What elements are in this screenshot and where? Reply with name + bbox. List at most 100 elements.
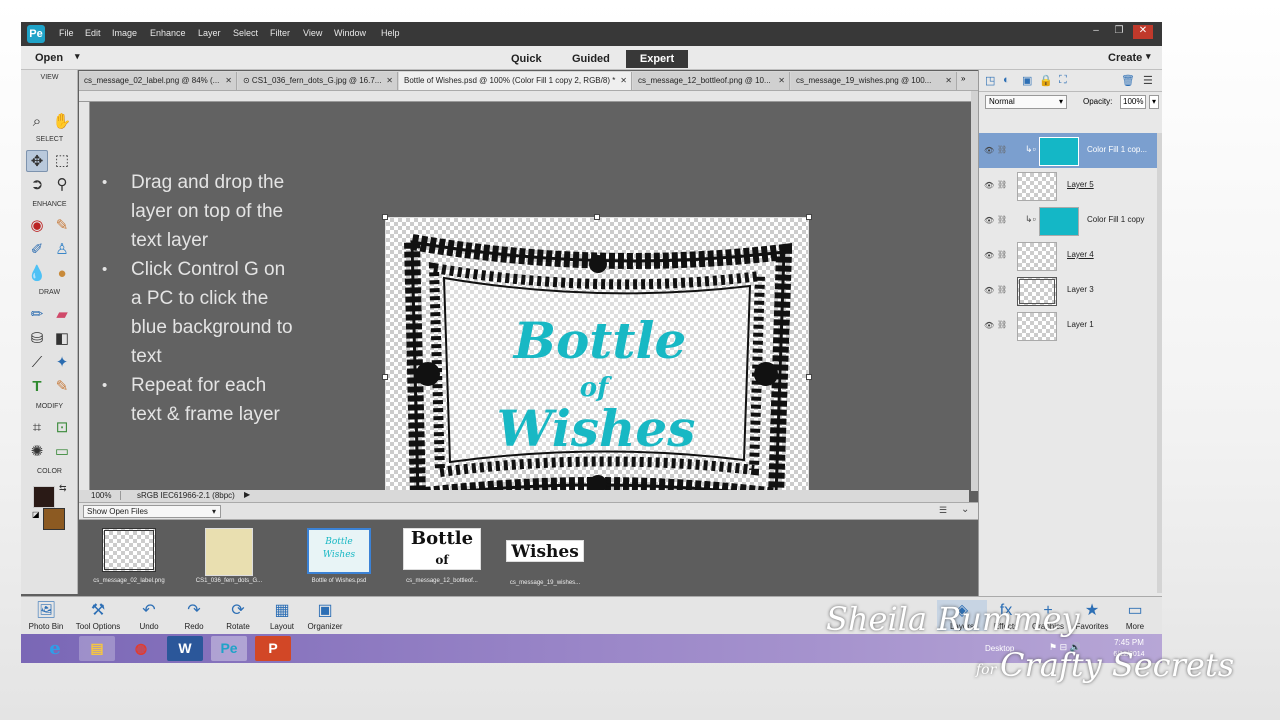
- recompose-tool-icon[interactable]: ⊡: [51, 417, 73, 439]
- menu-edit[interactable]: Edit: [85, 28, 101, 38]
- brush-tool-icon[interactable]: ✏: [26, 304, 48, 326]
- transform-handle[interactable]: [806, 374, 812, 380]
- link-icon[interactable]: ⛓: [997, 285, 1007, 294]
- rotate-button[interactable]: ⟳ Rotate: [213, 600, 263, 631]
- photo-bin-button[interactable]: 🖼 Photo Bin: [21, 600, 71, 631]
- undo-button[interactable]: ↶ Undo: [124, 600, 174, 631]
- layer-row[interactable]: 👁 ⛓ Layer 4: [979, 238, 1162, 273]
- menu-filter[interactable]: Filter: [270, 28, 290, 38]
- quick-selection-tool-icon[interactable]: ⚲: [51, 174, 73, 196]
- open-dropdown-icon[interactable]: ▾: [75, 51, 80, 62]
- link-icon[interactable]: ⛓: [997, 145, 1007, 154]
- more-button[interactable]: ▭ More: [1110, 600, 1160, 631]
- menu-window[interactable]: Window: [334, 28, 366, 38]
- document-artboard[interactable]: Bottle of Wishes: [382, 214, 812, 539]
- crop-tool-icon[interactable]: ⌗: [26, 417, 48, 439]
- eyedropper-icon[interactable]: ⟋: [26, 352, 48, 374]
- transform-handle[interactable]: [594, 214, 600, 220]
- background-color-swatch[interactable]: [43, 508, 65, 530]
- mode-quick[interactable]: Quick: [501, 50, 552, 68]
- custom-shape-icon[interactable]: ✦: [51, 352, 73, 374]
- straighten-tool-icon[interactable]: ▭: [51, 441, 73, 463]
- layer-row[interactable]: 👁 ⛓ Layer 1: [979, 308, 1162, 343]
- close-window-button[interactable]: ✕: [1133, 25, 1153, 39]
- pencil-tool-icon[interactable]: ✎: [51, 376, 73, 398]
- photoshop-elements-taskbar-icon[interactable]: Pe: [211, 636, 247, 661]
- adjustment-layer-icon[interactable]: ◐: [1003, 74, 1010, 86]
- close-tab-icon[interactable]: ✕: [778, 72, 785, 90]
- transform-handle[interactable]: [382, 374, 388, 380]
- marquee-tool-icon[interactable]: ⬚: [51, 150, 73, 172]
- internet-explorer-icon[interactable]: e: [37, 636, 73, 661]
- close-tab-icon[interactable]: ✕: [225, 72, 232, 90]
- redo-button[interactable]: ↷ Redo: [169, 600, 219, 631]
- bin-item[interactable]: Wishes cs_message_19_wishes...: [503, 528, 587, 586]
- healing-brush-icon[interactable]: ✎: [51, 215, 73, 237]
- lock-icon[interactable]: 🔒: [1039, 74, 1053, 87]
- foreground-color-swatch[interactable]: [33, 486, 55, 508]
- close-tab-icon[interactable]: ✕: [620, 72, 627, 90]
- tool-options-button[interactable]: ⚒ Tool Options: [73, 600, 123, 631]
- gradient-tool-icon[interactable]: ◧: [51, 328, 73, 350]
- opacity-dropdown-icon[interactable]: ▾: [1149, 95, 1159, 109]
- bin-item[interactable]: Bottle Wishes Bottle of Wishes.psd: [299, 528, 379, 584]
- eye-icon[interactable]: 👁: [984, 216, 994, 225]
- open-button[interactable]: Open: [35, 52, 63, 64]
- blend-mode-select[interactable]: Normal ▾: [985, 95, 1067, 109]
- tabs-overflow-icon[interactable]: »: [961, 74, 965, 83]
- transform-handle[interactable]: [806, 214, 812, 220]
- content-aware-move-icon[interactable]: ✺: [26, 441, 48, 463]
- zoom-tool-icon[interactable]: ⌕: [26, 111, 48, 133]
- menu-enhance[interactable]: Enhance: [150, 28, 186, 38]
- eye-icon[interactable]: 👁: [984, 181, 994, 190]
- layer-row[interactable]: 👁 ⛓ Layer 5: [979, 168, 1162, 203]
- link-icon[interactable]: ⛓: [997, 180, 1007, 189]
- chrome-icon[interactable]: ◍: [123, 636, 159, 661]
- tab-fern-dots[interactable]: ⊙ CS1_036_fern_dots_G.jpg @ 16.7... ✕: [238, 72, 398, 90]
- layer-mask-icon[interactable]: ▣: [1022, 74, 1032, 87]
- hand-tool-icon[interactable]: ✋: [51, 111, 73, 133]
- tab-bottleof[interactable]: cs_message_12_bottleof.png @ 10... ✕: [633, 72, 790, 90]
- file-explorer-icon[interactable]: ▤: [79, 636, 115, 661]
- link-icon[interactable]: ⛓: [997, 320, 1007, 329]
- minimize-button[interactable]: –: [1086, 25, 1106, 39]
- bin-item[interactable]: cs_message_02_label.png: [89, 528, 169, 584]
- layer-row[interactable]: 👁 ⛓ ↳▫ Color Fill 1 copy: [979, 203, 1162, 238]
- eraser-tool-icon[interactable]: ▰: [51, 304, 73, 326]
- canvas-area[interactable]: Drag and drop the layer on top of the te…: [90, 102, 978, 539]
- lasso-tool-icon[interactable]: ➲: [26, 174, 48, 196]
- red-eye-tool-icon[interactable]: ◉: [26, 215, 48, 237]
- eye-icon[interactable]: 👁: [984, 146, 994, 155]
- bin-item[interactable]: Bottle of cs_message_12_bottleof...: [401, 528, 483, 584]
- menu-select[interactable]: Select: [233, 28, 258, 38]
- organizer-button[interactable]: ▣ Organizer: [300, 600, 350, 631]
- eye-icon[interactable]: 👁: [984, 251, 994, 260]
- menu-layer[interactable]: Layer: [198, 28, 221, 38]
- opacity-field[interactable]: 100%: [1120, 95, 1146, 109]
- tab-label-png[interactable]: cs_message_02_label.png @ 84% (... ✕: [79, 72, 237, 90]
- layer-row[interactable]: 👁 ⛓ Layer 3: [979, 273, 1162, 308]
- type-tool-icon[interactable]: T: [26, 376, 48, 398]
- menu-view[interactable]: View: [303, 28, 322, 38]
- word-icon[interactable]: W: [167, 636, 203, 661]
- bin-options-icon[interactable]: ☰: [939, 505, 947, 516]
- eye-icon[interactable]: 👁: [984, 286, 994, 295]
- delete-layer-icon[interactable]: 🗑: [1121, 74, 1135, 87]
- clone-stamp-icon[interactable]: ♙: [51, 239, 73, 261]
- collapse-bin-icon[interactable]: ⌄: [961, 504, 969, 515]
- default-colors-icon[interactable]: ◪: [32, 510, 40, 519]
- new-layer-icon[interactable]: ◳: [985, 74, 995, 87]
- paint-bucket-icon[interactable]: ⛁: [26, 328, 48, 350]
- smart-brush-icon[interactable]: ✐: [26, 239, 48, 261]
- mode-expert[interactable]: Expert: [626, 50, 688, 68]
- close-tab-icon[interactable]: ✕: [386, 72, 393, 90]
- restore-button[interactable]: ❐: [1109, 25, 1129, 39]
- mode-guided[interactable]: Guided: [562, 50, 620, 68]
- status-menu-icon[interactable]: ▶: [244, 490, 250, 499]
- menu-help[interactable]: Help: [381, 28, 400, 38]
- close-tab-icon[interactable]: ✕: [945, 72, 952, 90]
- create-dropdown-icon[interactable]: ▾: [1146, 51, 1151, 62]
- menu-file[interactable]: File: [59, 28, 74, 38]
- menu-image[interactable]: Image: [112, 28, 137, 38]
- layers-scrollbar[interactable]: [1157, 133, 1162, 593]
